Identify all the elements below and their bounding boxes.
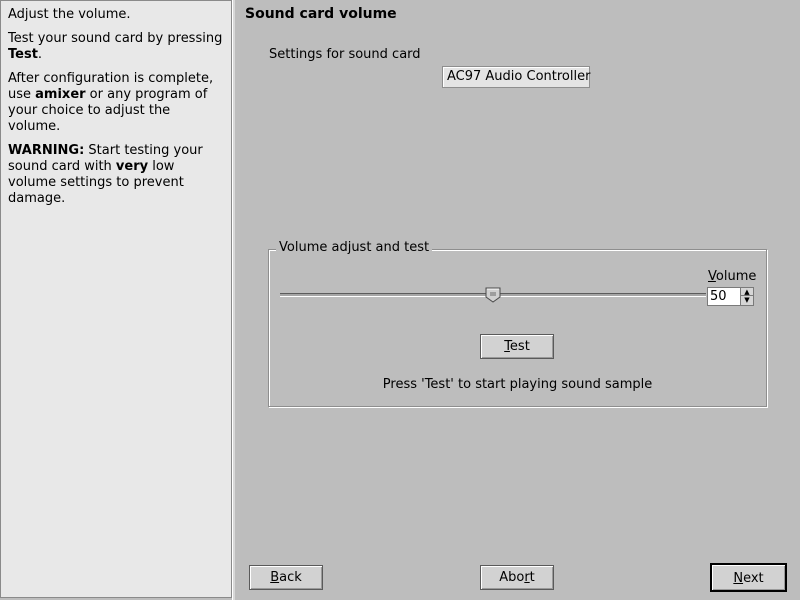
sound-card-field[interactable]: AC97 Audio Controller: [442, 66, 590, 88]
spin-down-icon[interactable]: ▼: [740, 296, 753, 305]
page-title: Sound card volume: [245, 6, 397, 22]
panel-splitter[interactable]: [232, 0, 235, 600]
help-amixer: After configuration is complete, use ami…: [8, 71, 214, 134]
slider-thumb-icon: [485, 287, 501, 303]
help-intro: Adjust the volume.: [8, 7, 131, 22]
next-button[interactable]: Next: [710, 563, 787, 592]
settings-label: Settings for sound card: [269, 47, 421, 62]
volume-value-input[interactable]: [710, 288, 738, 305]
volume-slider-thumb[interactable]: [485, 287, 501, 303]
volume-group-title: Volume adjust and test: [276, 240, 433, 255]
volume-spinbox[interactable]: ▲ ▼: [707, 287, 754, 306]
test-hint-text: Press 'Test' to start playing sound samp…: [382, 377, 653, 392]
volume-label: Volume: [708, 269, 757, 284]
help-test: Test your sound card by pressing Test.: [8, 31, 223, 62]
help-panel: Adjust the volume. Test your sound card …: [0, 0, 232, 598]
back-button[interactable]: Back: [249, 565, 323, 590]
test-button[interactable]: Test: [480, 334, 554, 359]
spin-up-icon[interactable]: ▲: [740, 288, 753, 296]
abort-button[interactable]: Abort: [480, 565, 554, 590]
help-warning: WARNING: Start testing your sound card w…: [8, 143, 203, 206]
